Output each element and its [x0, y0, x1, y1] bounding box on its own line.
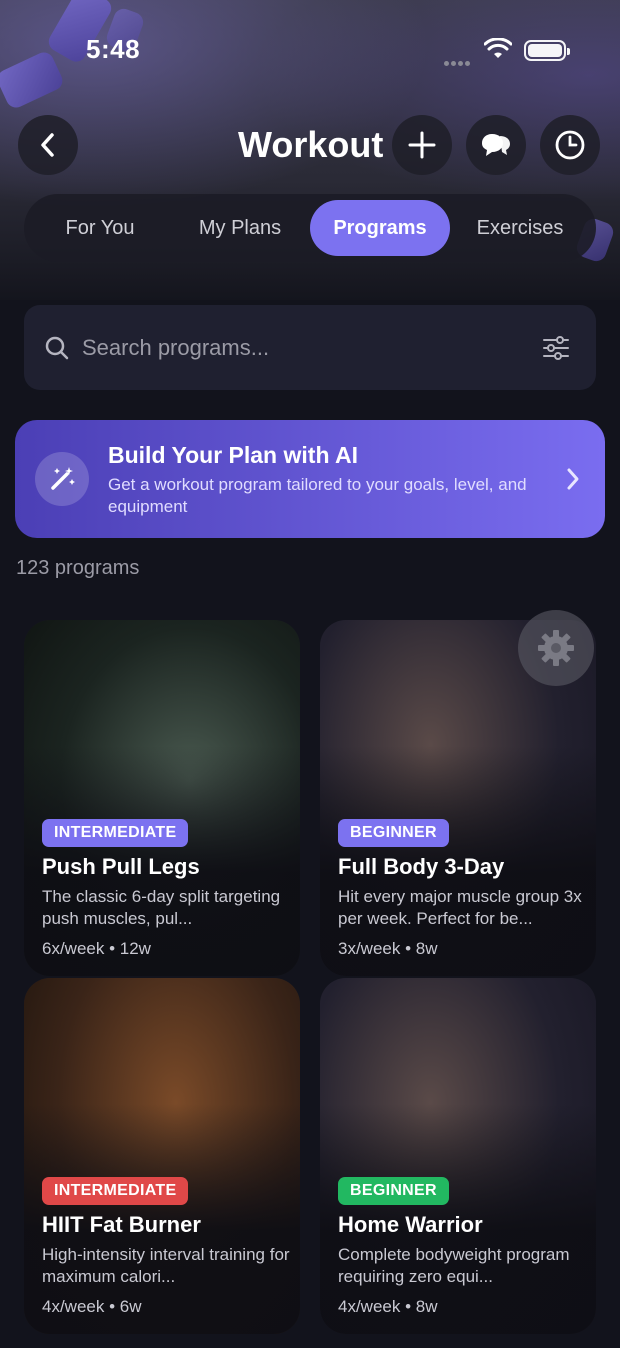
chat-bubbles-icon [482, 134, 510, 156]
program-title: Full Body 3-Day [338, 854, 505, 879]
chevron-left-icon [41, 133, 54, 157]
add-button[interactable] [392, 115, 452, 175]
chevron-right-icon [567, 468, 579, 490]
level-badge: INTERMEDIATE [42, 1177, 189, 1205]
signal-icon [444, 53, 474, 66]
status-time: 5:48 [86, 34, 141, 64]
clock-icon [555, 130, 585, 160]
magic-wand-icon [35, 452, 89, 506]
program-card[interactable]: BEGINNER Home Warrior Complete bodyweigh… [320, 978, 596, 1334]
back-button[interactable] [18, 115, 78, 175]
program-card[interactable]: INTERMEDIATE HIIT Fat Burner High-intens… [24, 978, 300, 1334]
program-meta: 4x/week • 6w [42, 1297, 142, 1316]
chat-button[interactable] [466, 115, 526, 175]
tab-my-plans[interactable]: My Plans [170, 200, 310, 256]
ai-plan-banner[interactable]: Build Your Plan with AI Get a workout pr… [15, 420, 605, 538]
history-button[interactable] [540, 115, 600, 175]
program-description: Complete bodyweight program requiring ze… [338, 1245, 570, 1286]
ai-banner-title: Build Your Plan with AI [108, 442, 359, 468]
program-title: Push Pull Legs [42, 854, 200, 879]
program-title: HIIT Fat Burner [42, 1212, 201, 1237]
level-badge: BEGINNER [338, 819, 449, 847]
level-badge: BEGINNER [338, 1177, 449, 1205]
page-title: Workout [238, 124, 384, 165]
search-icon [45, 336, 69, 360]
tab-for-you[interactable]: For You [30, 200, 170, 256]
battery-icon [524, 40, 570, 61]
tab-bar: For You My Plans Programs Exercises [24, 194, 596, 262]
search-input[interactable] [82, 325, 522, 371]
level-badge: INTERMEDIATE [42, 819, 189, 847]
program-description: Hit every major muscle group 3x per week… [338, 887, 582, 928]
wifi-icon [484, 38, 512, 58]
plus-icon [408, 131, 436, 159]
ai-banner-subtitle: Get a workout program tailored to your g… [108, 475, 527, 516]
search-bar [24, 305, 596, 390]
program-meta: 4x/week • 8w [338, 1297, 438, 1316]
status-bar: 5:48 [0, 0, 620, 100]
settings-button[interactable] [518, 610, 594, 686]
gear-icon [538, 630, 574, 666]
program-description: The classic 6-day split targeting push m… [42, 887, 281, 928]
tab-programs[interactable]: Programs [310, 200, 450, 256]
program-title: Home Warrior [338, 1212, 483, 1237]
tab-exercises[interactable]: Exercises [450, 200, 590, 256]
sliders-icon[interactable] [542, 335, 570, 361]
programs-count: 123 programs [16, 557, 140, 579]
program-description: High-intensity interval training for max… [42, 1245, 290, 1286]
program-card[interactable]: INTERMEDIATE Push Pull Legs The classic … [24, 620, 300, 976]
program-meta: 3x/week • 8w [338, 939, 438, 958]
program-meta: 6x/week • 12w [42, 939, 151, 958]
